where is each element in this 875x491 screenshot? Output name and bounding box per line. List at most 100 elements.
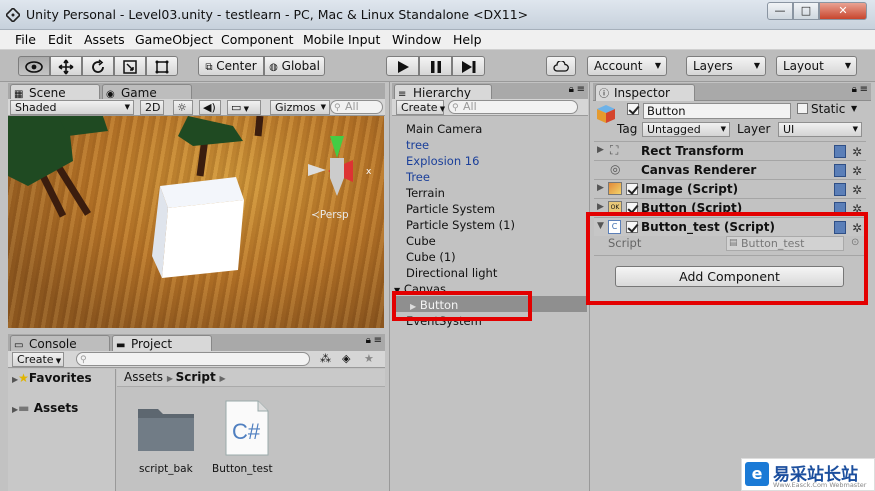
rect-tool-button[interactable] — [146, 56, 178, 76]
scale-tool-button[interactable] — [114, 56, 146, 76]
help-book-icon[interactable] — [833, 164, 846, 177]
menu-assets[interactable]: Assets — [84, 32, 125, 47]
scene-search-input[interactable]: ⚲ All — [330, 100, 383, 114]
scene-viewport[interactable]: x ≺Persp — [8, 116, 384, 328]
step-button[interactable] — [452, 56, 485, 76]
project-tree: ▶★Favorites ▶▬ Assets — [8, 369, 116, 491]
breadcrumb-current[interactable]: Script — [176, 370, 216, 384]
folder-icon: ▬ — [18, 401, 30, 415]
persp-label[interactable]: ≺Persp — [311, 209, 349, 221]
account-dropdown[interactable]: Account ▼ — [587, 56, 667, 76]
panel-menu-icon[interactable]: ≡ — [860, 84, 868, 95]
filter-type-icon[interactable]: ⁂ — [320, 352, 331, 365]
shading-dropdown[interactable]: Shaded ▼ — [10, 100, 134, 115]
pivot-toggle[interactable]: ⧉ Center — [198, 56, 264, 76]
fold-arrow-icon[interactable]: ▶ — [597, 183, 604, 193]
tag-value: Untagged — [647, 123, 701, 136]
lock-icon[interactable]: 🔒︎ — [569, 84, 574, 95]
layout-dropdown[interactable]: Layout ▼ — [776, 56, 857, 76]
asset-script[interactable]: C# Button_test — [209, 399, 289, 479]
hierarchy-item[interactable]: tree — [406, 137, 429, 153]
tab-console[interactable]: ▭ Console — [10, 335, 110, 352]
static-label: Static — [811, 102, 846, 116]
hierarchy-item[interactable]: Terrain — [406, 185, 445, 201]
persp-text: Persp — [319, 209, 349, 221]
tab-inspector[interactable]: ⓘ Inspector — [595, 84, 695, 101]
hierarchy-search-input[interactable]: ⚲ All — [448, 100, 578, 114]
favorite-star-icon[interactable]: ★ — [364, 352, 374, 365]
gear-icon[interactable]: ✲ — [852, 145, 862, 159]
project-search-input[interactable]: ⚲ — [76, 352, 310, 366]
scale-icon — [123, 59, 137, 74]
minimize-button[interactable]: — — [767, 2, 793, 20]
close-button[interactable]: ✕ — [819, 2, 867, 20]
pivot-label: Center — [216, 59, 257, 73]
component-rect-transform[interactable]: ▶ ⛶ Rect Transform ✲ — [594, 141, 866, 160]
lock-icon[interactable]: 🔒︎ — [366, 335, 371, 346]
menu-file[interactable]: File — [15, 32, 36, 47]
static-dropdown-arrow-icon[interactable]: ▼ — [851, 104, 857, 113]
component-enabled-checkbox[interactable] — [626, 183, 638, 195]
tab-console-label: Console — [29, 337, 77, 351]
panel-menu-icon[interactable]: ≡ — [577, 84, 585, 95]
lighting-toggle[interactable]: ☼ — [173, 100, 193, 115]
tag-dropdown[interactable]: Untagged ▼ — [642, 122, 730, 137]
mode-2d-toggle[interactable]: 2D — [140, 100, 164, 115]
hierarchy-item[interactable]: Explosion 16 — [406, 153, 479, 169]
scene-gizmo[interactable]: x — [308, 136, 372, 196]
space-label: Global — [281, 59, 320, 73]
maximize-button[interactable]: □ — [793, 2, 819, 20]
view-tool-button[interactable] — [18, 56, 50, 76]
project-create-dropdown[interactable]: Create ▼ — [12, 352, 64, 367]
hierarchy-item[interactable]: Main Camera — [406, 121, 482, 137]
help-book-icon[interactable] — [833, 183, 846, 196]
cube-object[interactable] — [148, 174, 248, 284]
menu-help[interactable]: Help — [453, 32, 482, 47]
hierarchy-item[interactable]: Cube (1) — [406, 249, 456, 265]
hierarchy-item[interactable]: Cube — [406, 233, 436, 249]
favorites-item[interactable]: ▶★Favorites — [12, 371, 92, 385]
cloud-button[interactable] — [546, 56, 576, 76]
breadcrumb-root[interactable]: Assets — [124, 370, 163, 384]
gizmos-dropdown[interactable]: Gizmos ▼ — [270, 100, 330, 115]
menu-window[interactable]: Window — [392, 32, 441, 47]
hierarchy-item[interactable]: Tree — [406, 169, 430, 185]
effects-dropdown[interactable]: ▭ ▼ — [227, 100, 261, 115]
space-toggle[interactable]: ◍ Global — [264, 56, 325, 76]
assets-item[interactable]: ▶▬ Assets — [12, 401, 78, 415]
component-actions: ✲ — [833, 182, 862, 197]
highlight-button-test-component — [586, 212, 868, 305]
component-canvas-renderer[interactable]: ◎ Canvas Renderer ✲ — [594, 160, 866, 179]
filter-label-icon[interactable]: ◈ — [342, 352, 350, 365]
help-book-icon[interactable] — [833, 145, 846, 158]
asset-folder[interactable]: script_bak — [131, 399, 203, 479]
hierarchy-item[interactable]: Particle System (1) — [406, 217, 515, 233]
pause-button[interactable] — [419, 56, 452, 76]
component-image-script[interactable]: ▶ Image (Script) ✲ — [594, 179, 866, 198]
panel-menu-icon[interactable]: ≡ — [374, 335, 382, 346]
fold-arrow-icon[interactable]: ▶ — [597, 202, 604, 212]
gear-icon[interactable]: ✲ — [852, 164, 862, 178]
tab-project[interactable]: ▬ Project — [112, 335, 212, 352]
dropdown-arrow-icon: ▼ — [241, 105, 250, 113]
lock-icon[interactable]: 🔒︎ — [852, 84, 857, 95]
static-checkbox[interactable] — [797, 103, 808, 114]
hierarchy-item[interactable]: Directional light — [406, 265, 497, 281]
layers-dropdown[interactable]: Layers ▼ — [686, 56, 766, 76]
fold-arrow-icon[interactable]: ▶ — [597, 145, 604, 155]
menu-gameobject[interactable]: GameObject — [135, 32, 213, 47]
hierarchy-create-dropdown[interactable]: Create ▼ — [396, 100, 445, 115]
move-tool-button[interactable] — [50, 56, 82, 76]
menu-edit[interactable]: Edit — [48, 32, 72, 47]
play-button[interactable] — [386, 56, 419, 76]
rotate-tool-button[interactable] — [82, 56, 114, 76]
object-name-field[interactable]: Button — [643, 103, 791, 119]
menu-component[interactable]: Component — [221, 32, 294, 47]
active-checkbox[interactable] — [627, 103, 639, 115]
menu-mobile-input[interactable]: Mobile Input — [303, 32, 380, 47]
audio-toggle[interactable]: ◀) — [199, 100, 221, 115]
layer-dropdown[interactable]: UI ▼ — [778, 122, 862, 137]
hierarchy-item[interactable]: Particle System — [406, 201, 495, 217]
pause-icon — [430, 60, 441, 73]
gear-icon[interactable]: ✲ — [852, 183, 862, 197]
